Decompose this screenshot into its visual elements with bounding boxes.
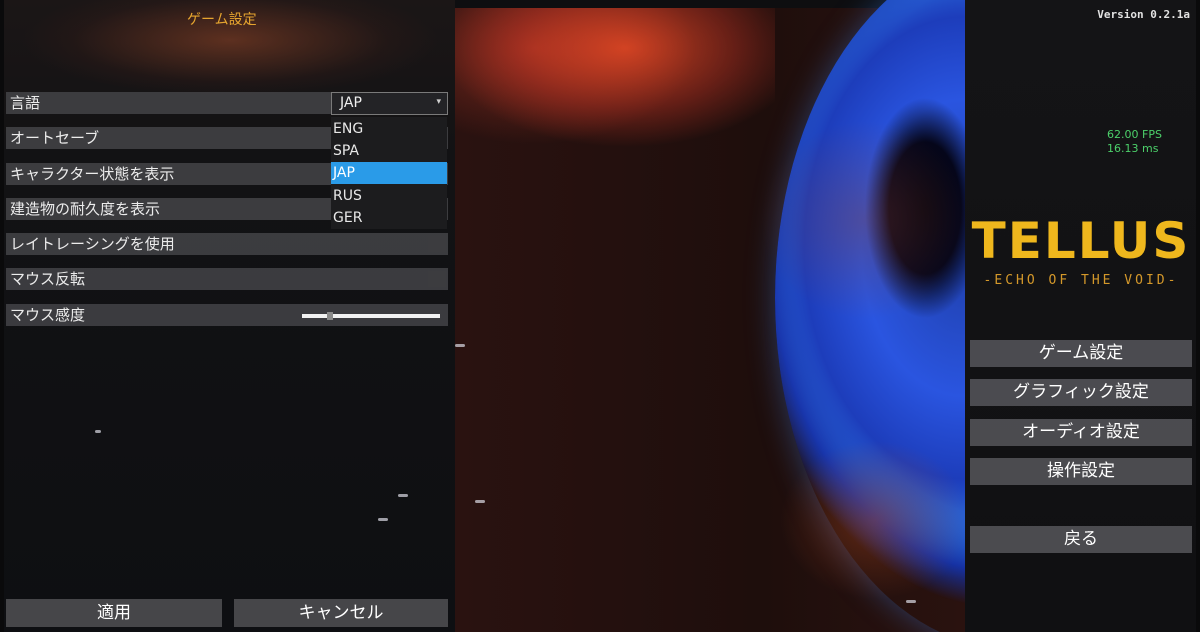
star-dot [455,344,465,347]
language-option-spa[interactable]: SPA [331,140,447,162]
setting-label: 建造物の耐久度を表示 [10,200,161,218]
language-option-jap[interactable]: JAP [331,162,447,184]
star-dot [475,500,485,503]
version-label: Version 0.2.1a [1097,8,1190,21]
setting-label: マウス反転 [10,270,86,288]
language-selected-value: JAP [340,95,362,111]
logo-title: TELLUS [971,212,1191,270]
logo-subtitle: -ECHO OF THE VOID- [983,273,1179,288]
back-button[interactable]: 戻る [970,526,1192,553]
slider-handle[interactable] [326,312,333,320]
menu-audio-settings-button[interactable]: オーディオ設定 [970,419,1192,446]
mouse-sensitivity-slider[interactable] [302,314,440,318]
language-options-list: ENG SPA JAP RUS GER [331,117,447,229]
frame-border [0,0,4,632]
star-dot [378,518,388,521]
menu-graphics-settings-button[interactable]: グラフィック設定 [970,379,1192,406]
language-option-ger[interactable]: GER [331,207,447,229]
nebula-glow [760,120,970,320]
setting-row-raytracing: レイトレーシングを使用 [6,233,448,255]
menu-controls-settings-button[interactable]: 操作設定 [970,458,1192,485]
game-screen: ゲーム設定 言語 オートセーブ キャラクター状態を表示 建造物の耐久度を表示 レ… [0,0,1200,632]
raytracing-checkbox[interactable] [428,236,446,252]
star-dot [95,430,101,433]
menu-game-settings-button[interactable]: ゲーム設定 [970,340,1192,367]
setting-label: オートセーブ [10,129,100,147]
nebula-glow [780,440,970,600]
setting-label: キャラクター状態を表示 [10,165,175,183]
language-dropdown[interactable]: JAP ▾ [331,92,448,115]
fps-counter: 62.00 FPS 16.13 ms [1107,128,1162,156]
setting-label: 言語 [10,94,41,112]
invert-mouse-checkbox[interactable] [428,271,446,287]
language-option-rus[interactable]: RUS [331,185,447,207]
fps-value: 62.00 FPS [1107,128,1162,141]
apply-button[interactable]: 適用 [6,599,222,627]
frame-time-value: 16.13 ms [1107,142,1159,155]
settings-panel-title: ゲーム設定 [187,12,257,28]
setting-row-invert-mouse: マウス反転 [6,268,448,290]
cancel-button[interactable]: キャンセル [234,599,448,627]
planet-surface-glow [455,8,775,158]
language-option-eng[interactable]: ENG [331,118,447,140]
setting-label: マウス感度 [10,306,86,324]
setting-label: レイトレーシングを使用 [10,235,175,253]
dropdown-arrow-icon: ▾ [436,97,441,107]
star-dot [398,494,408,497]
frame-border [1196,0,1200,632]
star-dot [906,600,916,603]
game-logo: TELLUS -ECHO OF THE VOID- [970,212,1192,302]
